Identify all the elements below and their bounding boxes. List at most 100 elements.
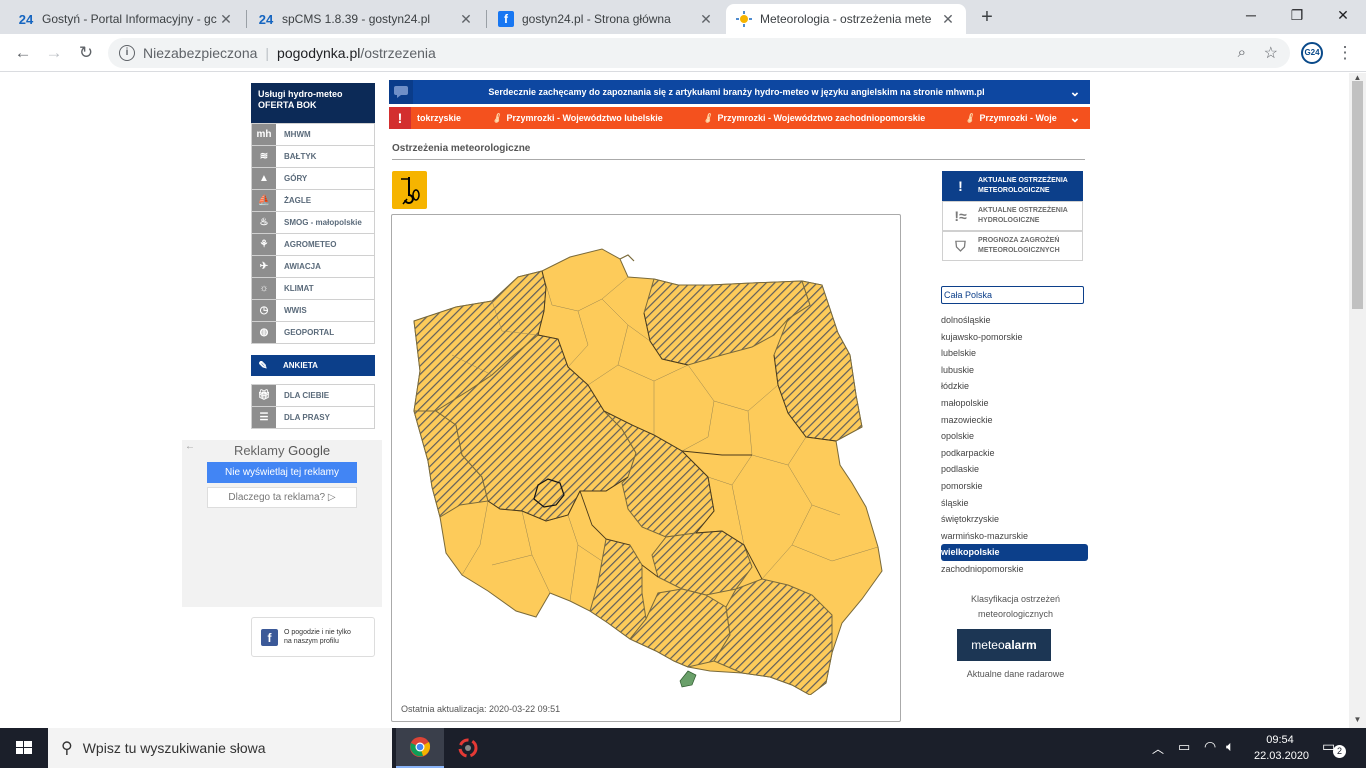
sun-favicon-icon (736, 11, 752, 27)
back-arrow-icon[interactable]: ← (11, 41, 35, 65)
menu-item-gory[interactable]: ▲ GÓRY (252, 167, 374, 189)
new-tab-button[interactable]: + (976, 6, 998, 28)
region-link[interactable]: podlaskie (941, 461, 1088, 478)
region-link-active[interactable]: wielkopolskie (941, 544, 1088, 561)
meteoalarm-logo[interactable]: meteoalarm (957, 629, 1051, 661)
region-link[interactable]: łódzkie (941, 378, 1088, 395)
menu-item-mhwm[interactable]: mh MHWM (252, 123, 374, 145)
shield-icon: ⛉ (955, 238, 966, 254)
poland-map[interactable] (392, 215, 901, 696)
taskbar-clock[interactable]: 09:54 22.03.2020 (1254, 732, 1309, 764)
browser-tab-meteorologia[interactable]: Meteorologia - ostrzeżenia mete ✕ (726, 4, 966, 34)
app-taskbar-icon[interactable] (444, 728, 492, 768)
green-zone[interactable] (679, 670, 697, 688)
tab-threat-forecast[interactable]: ⛉ PROGNOZA ZAGROŻEŃ METEOROLOGICZNYCH (942, 231, 1083, 261)
close-tab-icon[interactable]: ✕ (940, 11, 956, 28)
menu-item-zagle[interactable]: ⛵ ŻAGLE (252, 189, 374, 211)
frost-warning-icon[interactable] (392, 171, 427, 209)
region-link[interactable]: podkarpackie (941, 445, 1088, 462)
sail-icon: ⛵ (252, 190, 276, 211)
hide-ad-button[interactable]: Nie wyświetlaj tej reklamy (207, 462, 357, 483)
region-link[interactable]: śląskie (941, 495, 1088, 512)
address-bar[interactable]: i Niezabezpieczona | pogodynka.pl /ostrz… (108, 38, 1290, 68)
chevron-down-icon[interactable]: ⌄ (1060, 110, 1090, 126)
browser-tab-spcms[interactable]: 24 spCMS 1.8.39 - gostyn24.pl ✕ (248, 4, 484, 34)
region-link[interactable]: zachodniopomorskie (941, 561, 1088, 578)
region-link[interactable]: świętokrzyskie (941, 511, 1088, 528)
close-window-icon[interactable]: ✕ (1320, 0, 1366, 32)
menu-item-wwis[interactable]: ◷ WWIS (252, 299, 374, 321)
tab-hydrological-warnings[interactable]: !≈ AKTUALNE OSTRZEŻENIA HYDROLOGICZNE (942, 201, 1083, 231)
taskbar-search-box[interactable]: ⚲ Wpisz tu wyszukiwanie słowa (48, 728, 392, 768)
section-title: Ostrzeżenia meteorologiczne (392, 143, 1085, 160)
radar-data-link[interactable]: Aktualne dane radarowe (940, 669, 1091, 679)
region-link[interactable]: opolskie (941, 428, 1088, 445)
browser-tab-facebook[interactable]: f gostyn24.pl - Strona główna ✕ (488, 4, 724, 34)
reload-icon[interactable]: ↻ (74, 41, 98, 65)
volume-muted-icon[interactable]: 🔈︎ (1226, 738, 1234, 755)
region-select[interactable]: Cała Polska (941, 286, 1084, 304)
menu-item-dla-ciebie[interactable]: 🎁︎ DLA CIEBIE (252, 384, 374, 406)
sun-icon: ☼ (252, 278, 276, 299)
scroll-down-arrow-icon[interactable]: ▼ (1349, 715, 1366, 727)
ticker-item[interactable]: tokrzyskie (417, 107, 461, 129)
windows-start-button[interactable] (0, 728, 48, 768)
tab-line1: AKTUALNE OSTRZEŻENIA (978, 207, 1068, 214)
notifications-icon[interactable]: ▭ 2 (1322, 736, 1346, 760)
warnings-map[interactable]: Ostatnia aktualizacja: 2020-03-22 09:51 (391, 214, 901, 722)
menu-item-label: GÓRY (284, 174, 308, 183)
services-header-line2: OFERTA BOK (258, 100, 317, 110)
tab-meteorological-warnings[interactable]: ! AKTUALNE OSTRZEŻENIA METEOROLOGICZNE (942, 171, 1083, 201)
ticker-item[interactable]: 🌡︎ Przymrozki - Woje (964, 107, 1057, 129)
warning-ticker[interactable]: ! tokrzyskie 🌡︎ Przymrozki - Województwo … (389, 107, 1090, 129)
menu-item-klimat[interactable]: ☼ KLIMAT (252, 277, 374, 299)
region-link[interactable]: lubuskie (941, 362, 1088, 379)
bookmark-star-icon[interactable]: ☆ (1264, 43, 1278, 63)
close-tab-icon[interactable]: ✕ (218, 11, 234, 28)
show-hidden-icons-icon[interactable]: ︿ (1152, 740, 1164, 757)
browser-menu-icon[interactable]: ⋮ (1333, 41, 1357, 65)
facebook-profile-box[interactable]: f O pogodzie i nie tylko na naszym profi… (251, 617, 375, 657)
region-link[interactable]: lubelskie (941, 345, 1088, 362)
browser-tab-gostyn-portal[interactable]: 24 Gostyń - Portal Informacyjny - gc ✕ (8, 4, 244, 34)
region-link[interactable]: kujawsko-pomorskie (941, 329, 1088, 346)
gostyn24-favicon-icon: 24 (258, 11, 274, 27)
info-banner[interactable]: Serdecznie zachęcamy do zapoznania się z… (389, 80, 1090, 104)
ankieta-button[interactable]: ✎ ANKIETA (251, 355, 375, 376)
menu-item-dla-prasy[interactable]: ☰ DLA PRASY (252, 406, 374, 428)
ticker-item[interactable]: 🌡︎ Przymrozki - Województwo zachodniopomo… (702, 107, 925, 129)
minimize-window-icon[interactable]: ─ (1228, 0, 1274, 32)
scrollbar-thumb[interactable] (1352, 81, 1363, 309)
chevron-down-icon[interactable]: ⌄ (1060, 84, 1090, 100)
ticker-item[interactable]: 🌡︎ Przymrozki - Województwo lubelskie (491, 107, 663, 129)
forward-arrow-icon[interactable]: → (42, 41, 66, 65)
chrome-taskbar-icon[interactable] (396, 728, 444, 768)
classification-line2: meteorologicznych (977, 609, 1054, 619)
region-link[interactable]: małopolskie (941, 395, 1088, 412)
region-link[interactable]: warmińsko-mazurskie (941, 528, 1088, 545)
restore-window-icon[interactable]: ❐ (1274, 0, 1320, 32)
gift-icon: 🎁︎ (252, 385, 276, 406)
info-icon[interactable]: i (119, 45, 135, 61)
battery-icon[interactable]: ▭ (1178, 739, 1190, 755)
region-link[interactable]: mazowieckie (941, 412, 1088, 429)
menu-item-awiacja[interactable]: ✈ AWIACJA (252, 255, 374, 277)
services-header[interactable]: Usługi hydro-meteo OFERTA BOK (251, 83, 375, 123)
menu-item-label: AGROMETEO (284, 240, 337, 249)
menu-item-agrometeo[interactable]: ⚘ AGROMETEO (252, 233, 374, 255)
windows-taskbar: ⚲ Wpisz tu wyszukiwanie słowa ︿ ▭ ◠ 🔈︎ 0… (0, 728, 1366, 768)
info-banner-text: Serdecznie zachęcamy do zapoznania się z… (488, 87, 985, 97)
classification-link[interactable]: Klasyfikacja ostrzeżeń meteorologicznych (940, 592, 1091, 622)
menu-item-baltyk[interactable]: ≋ BAŁTYK (252, 145, 374, 167)
close-tab-icon[interactable]: ✕ (458, 11, 474, 28)
region-link[interactable]: pomorskie (941, 478, 1088, 495)
page-scrollbar[interactable]: ▲ ▼ (1349, 73, 1366, 728)
why-this-ad-button[interactable]: Dlaczego ta reklama? ▷ (207, 487, 357, 508)
g24-extension-icon[interactable]: G24 (1301, 42, 1323, 64)
zoom-icon[interactable]: ⌕ (1238, 44, 1246, 61)
menu-item-geoportal[interactable]: ◍ GEOPORTAL (252, 321, 374, 343)
region-link[interactable]: dolnośląskie (941, 312, 1088, 329)
menu-item-smog[interactable]: ♨ SMOG - małopolskie (252, 211, 374, 233)
close-tab-icon[interactable]: ✕ (698, 11, 714, 28)
wifi-icon[interactable]: ◠ (1204, 738, 1216, 755)
